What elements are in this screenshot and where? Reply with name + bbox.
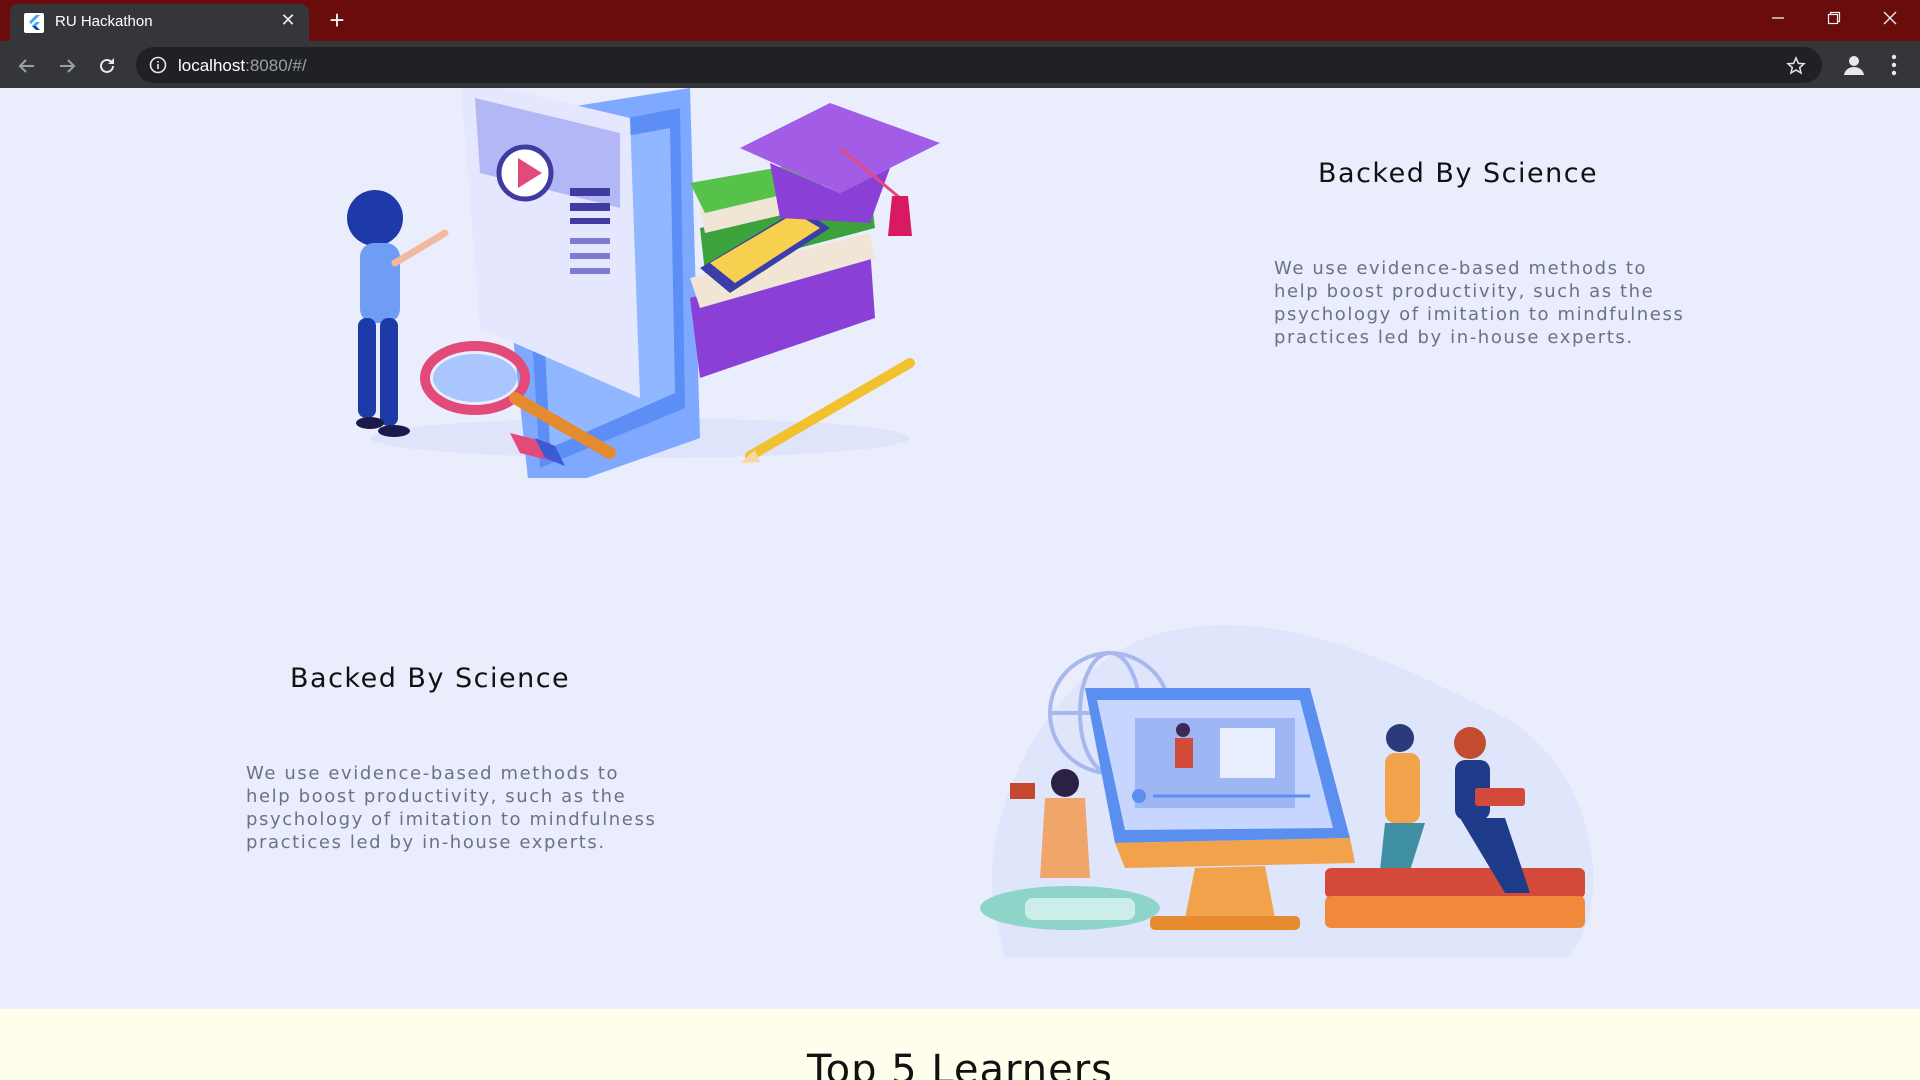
page-content: Backed By Science We use evidence-based …	[0, 88, 1920, 1080]
url-path: :8080/#/	[245, 56, 307, 75]
bookmark-star-button[interactable]	[1784, 53, 1808, 77]
restore-icon	[1827, 11, 1841, 24]
profile-button[interactable]	[1840, 51, 1868, 79]
reload-button[interactable]	[93, 51, 121, 79]
forward-icon	[60, 59, 76, 73]
new-tab-button[interactable]: +	[322, 6, 352, 36]
feature-title-2: Backed By Science	[290, 663, 571, 694]
close-window-button[interactable]	[1862, 0, 1918, 38]
feature-description-1: We use evidence-based methods to help bo…	[1274, 258, 1685, 348]
url-host: localhost	[178, 56, 246, 75]
reload-icon	[100, 57, 114, 73]
browser-titlebar: RU Hackathon ✕ +	[0, 0, 1920, 41]
online-learning-illustration	[980, 624, 1594, 958]
back-icon	[18, 59, 34, 73]
study-illustration	[347, 88, 940, 478]
feature-title-1: Backed By Science	[1318, 158, 1599, 189]
minimize-icon	[1772, 17, 1784, 19]
close-window-icon	[1883, 11, 1897, 25]
address-bar[interactable]: localhost:8080/#/	[136, 47, 1822, 83]
tab-close-button[interactable]: ✕	[277, 9, 299, 31]
tab-title: RU Hackathon	[55, 13, 153, 30]
feature-description-2: We use evidence-based methods to help bo…	[246, 763, 657, 853]
minimize-button[interactable]	[1750, 0, 1806, 38]
top-learners-section: Top 5 Learners	[0, 1009, 1920, 1080]
browser-tab[interactable]: RU Hackathon ✕	[10, 4, 309, 41]
profile-icon	[1844, 56, 1864, 75]
menu-icon	[1891, 54, 1897, 76]
restore-button[interactable]	[1806, 0, 1862, 38]
browser-menu-button[interactable]	[1880, 51, 1908, 79]
star-icon	[1786, 55, 1806, 75]
url-text[interactable]: localhost:8080/#/	[178, 56, 307, 76]
flutter-favicon-icon	[24, 13, 44, 33]
info-icon[interactable]	[148, 55, 168, 75]
top-learners-title: Top 5 Learners	[806, 1047, 1114, 1080]
forward-button[interactable]	[53, 51, 81, 79]
back-button[interactable]	[13, 51, 41, 79]
browser-toolbar: localhost:8080/#/	[0, 41, 1920, 88]
